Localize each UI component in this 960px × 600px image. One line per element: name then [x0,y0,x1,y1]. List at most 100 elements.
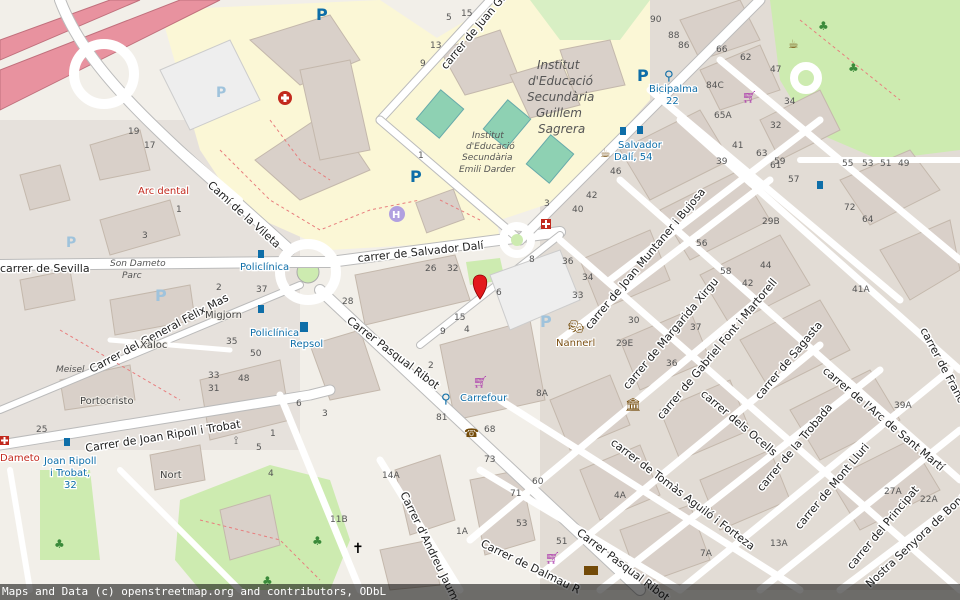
svg-text:31: 31 [208,384,219,394]
svg-text:15: 15 [461,9,472,19]
antenna-icon: ⟟ [234,434,238,447]
svg-text:✝: ✝ [352,541,364,557]
bus-stop-icon[interactable] [817,181,823,189]
svg-text:39A: 39A [894,401,912,411]
parking-icon[interactable]: P [66,235,76,251]
svg-text:2: 2 [428,361,434,371]
svg-text:13A: 13A [770,539,788,549]
svg-text:39: 39 [716,157,728,167]
svg-text:Institut: Institut [537,58,581,72]
svg-text:Institut: Institut [472,131,504,141]
svg-text:44: 44 [760,261,772,271]
bicycle-icon[interactable]: ⚲ [441,392,451,407]
svg-text:P: P [66,235,76,251]
svg-text:32: 32 [447,264,458,274]
svg-text:P: P [410,167,422,186]
poi-nannerl[interactable]: Nannerl [555,337,596,350]
svg-text:🛒︎: 🛒︎ [742,90,757,104]
church-icon[interactable]: ✝ [352,541,364,557]
svg-text:14A: 14A [382,471,400,481]
svg-text:🛒︎: 🛒︎ [473,375,488,389]
svg-text:40: 40 [572,205,584,215]
shopping-cart-icon[interactable]: 🛒︎ [742,90,757,104]
svg-text:51: 51 [556,537,567,547]
parking-icon[interactable]: P [540,312,552,331]
poi-carrefour[interactable]: Carrefour [459,392,510,406]
svg-text:30: 30 [628,316,640,326]
pharmacy-icon[interactable] [541,219,551,229]
svg-text:P: P [540,312,552,331]
svg-text:59: 59 [774,157,786,167]
tree-icon: ♣ [54,537,65,551]
svg-text:28: 28 [342,297,354,307]
bus-stop-icon[interactable] [620,127,626,135]
svg-text:36: 36 [666,359,678,369]
bus-stop-icon[interactable] [637,126,643,134]
svg-text:46: 46 [610,167,622,177]
cafe-icon[interactable]: ☕︎ [788,37,799,51]
poi-policlinica-1[interactable]: Policlínica [239,260,291,275]
svg-text:66: 66 [716,45,728,55]
svg-text:57: 57 [788,175,799,185]
svg-text:15: 15 [454,313,465,323]
svg-text:26: 26 [425,264,437,274]
shopping-cart-icon[interactable]: 🛒︎ [473,375,488,389]
svg-text:50: 50 [250,349,262,359]
bus-stop-icon[interactable] [64,438,70,446]
svg-text:73: 73 [484,455,495,465]
svg-text:6: 6 [296,399,302,409]
svg-text:33: 33 [572,291,583,301]
svg-text:🏛︎: 🏛︎ [625,397,642,413]
map-attribution[interactable]: Maps and Data (c) openstreetmap.org and … [0,584,960,600]
svg-text:5: 5 [446,13,452,23]
svg-text:65A: 65A [714,111,732,121]
svg-text:🛒︎: 🛒︎ [545,551,560,565]
svg-text:4: 4 [268,469,274,479]
parking-icon[interactable]: P [316,5,328,24]
svg-text:11B: 11B [330,515,348,525]
parking-icon[interactable]: P [410,167,422,186]
svg-text:53: 53 [516,519,527,529]
hospital-icon[interactable] [278,91,292,105]
svg-text:9: 9 [440,327,446,337]
poi-repsol[interactable]: Repsol [289,338,325,352]
svg-text:55: 55 [842,159,853,169]
phone-icon[interactable]: ☎︎ [464,426,479,440]
svg-text:29B: 29B [762,217,780,227]
svg-text:64: 64 [862,215,874,225]
bus-stop-icon[interactable] [258,250,264,258]
svg-text:P: P [637,66,649,85]
poi-dameto[interactable]: Dameto [0,452,41,466]
shopping-cart-icon[interactable]: 🛒︎ [545,551,560,565]
svg-text:Emili Darder: Emili Darder [459,165,516,175]
svg-text:H: H [392,210,400,221]
svg-text:7A: 7A [700,549,713,559]
svg-text:53: 53 [862,159,873,169]
svg-text:8A: 8A [536,389,549,399]
svg-text:1: 1 [418,151,424,161]
pharmacy-icon[interactable] [0,436,9,445]
fuel-icon[interactable] [300,322,308,332]
svg-text:3: 3 [142,231,148,241]
svg-text:Bicipalma: Bicipalma [649,84,698,95]
bicycle-icon[interactable]: ⚲ [664,69,674,84]
cafe-icon[interactable]: ☕︎ [600,146,611,160]
map-canvas[interactable]: P P P P P P P H ⚲ ⚲ 🛒︎ 🛒︎ 🛒︎ 🏛︎ 🎭︎ ☕︎ ☕︎… [0,0,960,600]
parking-icon[interactable]: P [155,286,167,305]
museum-icon[interactable]: 🏛︎ [625,397,642,413]
theatre-icon[interactable]: 🎭︎ [568,320,585,335]
svg-text:2: 2 [216,283,222,293]
parking-icon[interactable]: P [637,66,649,85]
svg-text:8: 8 [529,255,535,265]
bus-stop-icon[interactable] [258,305,264,313]
parking-icon[interactable]: P [216,85,226,101]
atm-icon[interactable] [584,566,598,575]
place-portocristo: Portocristo [80,396,134,407]
svg-text:58: 58 [720,267,732,277]
svg-text:36: 36 [562,257,574,267]
poi-policlinica-2[interactable]: Policlínica [249,326,301,341]
poi-arc-dental[interactable]: Arc dental [137,185,191,199]
svg-text:68: 68 [484,425,496,435]
svg-text:81: 81 [436,413,447,423]
svg-text:90: 90 [650,15,662,25]
